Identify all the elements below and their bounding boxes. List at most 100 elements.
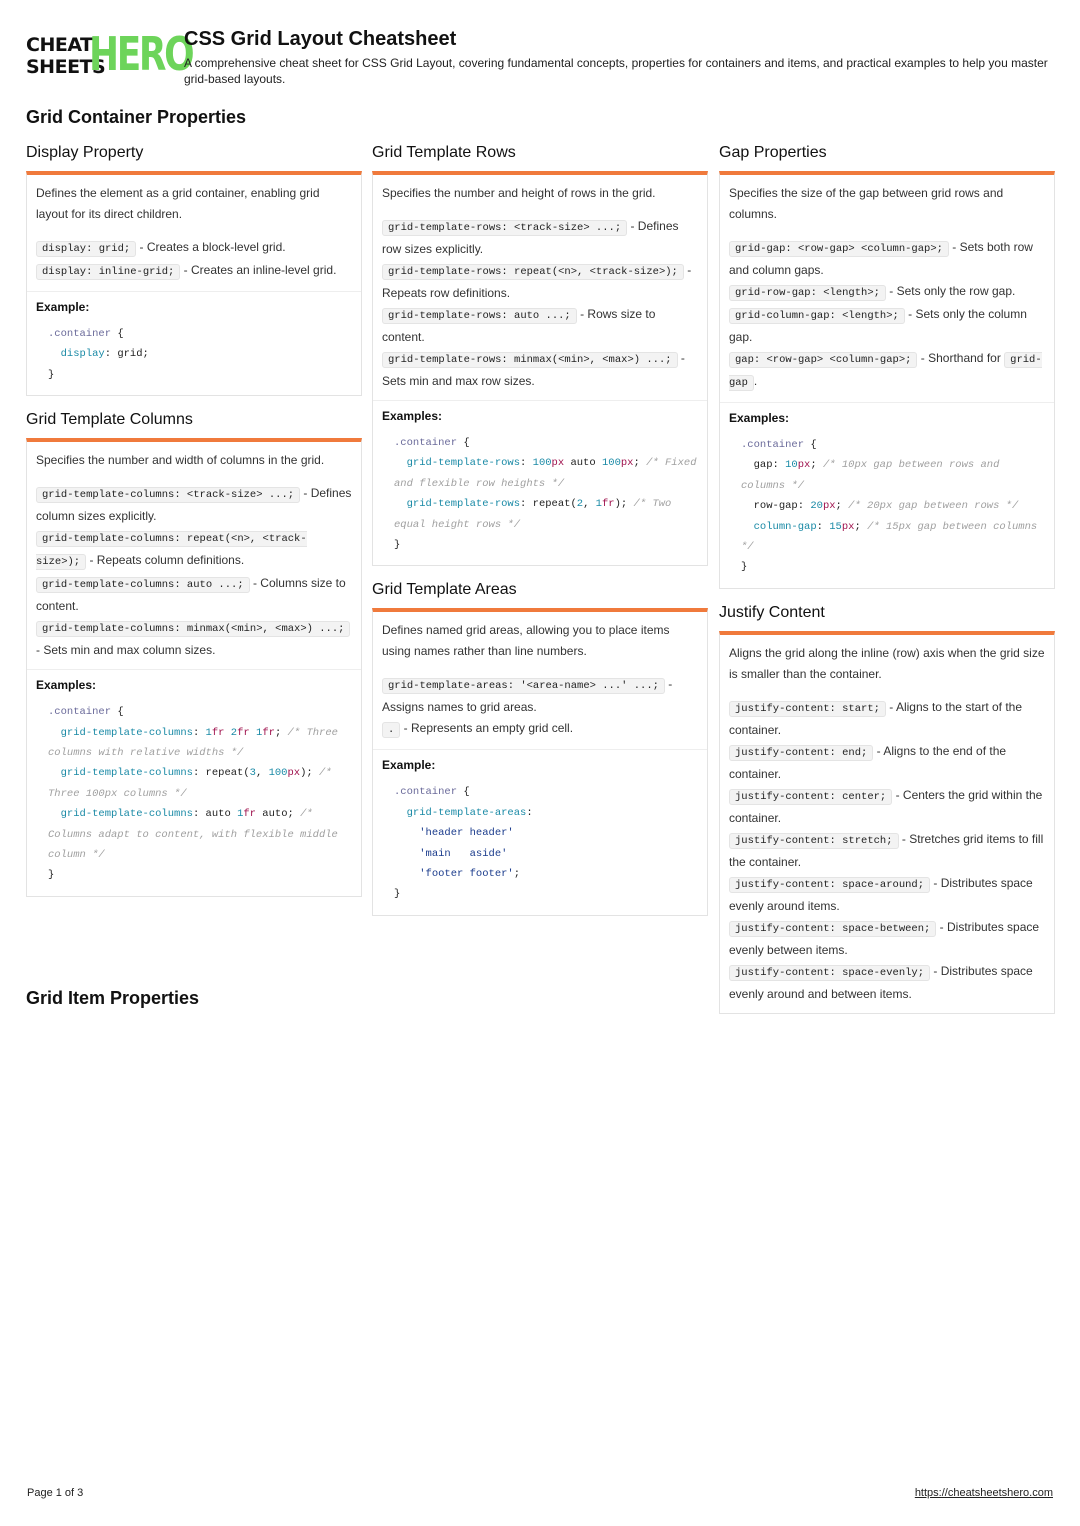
card-body: Defines the element as a grid container,… xyxy=(26,171,362,397)
example-label: Example: xyxy=(36,300,90,314)
list-item: grid-template-columns: minmax(<min>, <ma… xyxy=(36,617,352,661)
example-label: Examples: xyxy=(729,411,790,425)
section-title-item: Grid Item Properties xyxy=(26,988,200,1008)
item-text: - Sets only the row gap. xyxy=(885,284,1016,298)
example-block: Examples: .container { grid-template-row… xyxy=(373,400,707,565)
inline-code: grid-template-columns: auto ...; xyxy=(36,577,250,594)
cheatsheetshero-logo[interactable]: CHEAT SHEETS HERO xyxy=(26,28,195,82)
item-text: - Creates an inline-level grid. xyxy=(180,263,337,277)
card-title: Grid Template Areas xyxy=(372,581,517,599)
inline-code: grid-template-areas: '<area-name> ...' .… xyxy=(382,678,665,695)
inline-code: grid-column-gap: <length>; xyxy=(729,308,905,324)
card-title: Gap Properties xyxy=(719,144,827,161)
inline-code: justify-content: center; xyxy=(729,788,893,805)
inline-code: grid-template-rows: repeat(<n>, <track-s… xyxy=(382,264,684,280)
inline-code: grid-template-columns: <track-size> ...; xyxy=(36,487,301,504)
card-description: Specifies the number and height of rows … xyxy=(382,186,656,200)
card-grid-template-areas: Grid Template Areas Defines named grid a… xyxy=(372,580,708,916)
card-gap-properties: Gap Properties Specifies the size of the… xyxy=(719,143,1055,589)
page-subtitle: A comprehensive cheat sheet for CSS Grid… xyxy=(184,56,1048,86)
card-description: Aligns the grid along the inline (row) a… xyxy=(729,645,1045,681)
card-display-property: Display Property Defines the element as … xyxy=(26,143,362,397)
inline-code: display: inline-grid; xyxy=(36,264,181,280)
inline-code: display: grid; xyxy=(36,241,137,257)
code-block: .container { display: grid; } xyxy=(48,328,149,381)
list-item: . - Represents an empty grid cell. xyxy=(382,718,698,741)
logo-text-hero: HERO xyxy=(89,27,195,81)
list-item: justify-content: space-evenly; - Distrib… xyxy=(729,961,1045,1005)
code-block: .container { grid-template-areas: 'heade… xyxy=(394,786,533,901)
code-block: .container { grid-template-rows: 100px a… xyxy=(394,437,703,552)
inline-code: justify-content: space-between; xyxy=(729,920,937,937)
section-title-container: Grid Container Properties xyxy=(26,107,247,127)
card-grid-template-columns: Grid Template Columns Specifies the numb… xyxy=(26,410,362,897)
page-title: CSS Grid Layout Cheatsheet xyxy=(184,28,457,50)
card-justify-content: Justify Content Aligns the grid along th… xyxy=(719,603,1055,1014)
inline-code: justify-content: space-around; xyxy=(729,876,931,893)
list-item: grid-gap: <row-gap> <column-gap>; - Sets… xyxy=(729,237,1045,281)
column-2: Grid Template Rows Specifies the number … xyxy=(372,143,708,930)
card-description: Defines named grid areas, allowing you t… xyxy=(382,623,670,659)
inline-code: grid-template-columns: minmax(<min>, <ma… xyxy=(36,621,351,638)
list-item: grid-template-rows: repeat(<n>, <track-s… xyxy=(382,260,698,304)
card-description: Specifies the number and width of column… xyxy=(36,453,325,468)
code-block: .container { grid-template-columns: 1fr … xyxy=(48,706,345,882)
card-body: Defines named grid areas, allowing you t… xyxy=(372,608,708,916)
column-3: Gap Properties Specifies the size of the… xyxy=(719,143,1055,1028)
list-item: grid-template-rows: auto ...; - Rows siz… xyxy=(382,304,698,348)
inline-code: gap: <row-gap> <column-gap>; xyxy=(729,352,918,368)
card-description: Defines the element as a grid container,… xyxy=(36,186,320,221)
list-item: justify-content: center; - Centers the g… xyxy=(729,785,1045,829)
example-label: Examples: xyxy=(36,678,97,693)
example-block: Example: .container { grid-template-area… xyxy=(373,749,707,914)
card-title: Justify Content xyxy=(719,603,825,621)
item-text: - Represents an empty grid cell. xyxy=(400,721,574,736)
list-item: grid-template-columns: repeat(<n>, <trac… xyxy=(36,527,352,573)
card-body: Specifies the size of the gap between gr… xyxy=(719,171,1055,589)
example-label: Example: xyxy=(382,758,436,773)
page-header: CHEAT SHEETS HERO CSS Grid Layout Cheats… xyxy=(26,28,1054,92)
card-description: Specifies the size of the gap between gr… xyxy=(729,186,1004,221)
inline-code: justify-content: end; xyxy=(729,744,874,761)
example-block: Examples: .container { grid-template-col… xyxy=(27,669,361,896)
item-text: - Repeats column definitions. xyxy=(86,553,245,568)
item-text: . xyxy=(753,374,758,388)
list-item: justify-content: space-between; - Distri… xyxy=(729,917,1045,961)
inline-code: grid-template-rows: minmax(<min>, <max>)… xyxy=(382,352,678,368)
card-body: Specifies the number and height of rows … xyxy=(372,171,708,567)
list-item: justify-content: end; - Aligns to the en… xyxy=(729,741,1045,785)
inline-code: grid-template-rows: <track-size> ...; xyxy=(382,220,628,236)
list-item: justify-content: start; - Aligns to the … xyxy=(729,697,1045,741)
list-item: grid-template-columns: auto ...; - Colum… xyxy=(36,573,352,617)
card-title: Grid Template Columns xyxy=(26,411,193,429)
list-item: grid-template-areas: '<area-name> ...' .… xyxy=(382,674,698,718)
footer-site-link[interactable]: https://cheatsheetshero.com xyxy=(915,1487,1053,1499)
code-block: .container { gap: 10px; /* 10px gap betw… xyxy=(741,439,1044,574)
list-item: display: inline-grid; - Creates an inlin… xyxy=(36,260,352,283)
card-body: Aligns the grid along the inline (row) a… xyxy=(719,630,1055,1014)
page-number: Page 1 of 3 xyxy=(27,1487,84,1499)
list-item: grid-template-columns: <track-size> ...;… xyxy=(36,483,352,527)
inline-code: justify-content: space-evenly; xyxy=(729,964,931,981)
inline-code: grid-template-rows: auto ...; xyxy=(382,308,577,324)
inline-code: grid-row-gap: <length>; xyxy=(729,285,886,301)
list-item: grid-column-gap: <length>; - Sets only t… xyxy=(729,304,1045,348)
inline-code: justify-content: start; xyxy=(729,700,886,717)
list-item: grid-template-rows: <track-size> ...; - … xyxy=(382,216,698,260)
list-item: justify-content: stretch; - Stretches gr… xyxy=(729,829,1045,873)
column-1: Display Property Defines the element as … xyxy=(26,143,362,911)
logo-text-cheat: CHEAT xyxy=(26,34,93,56)
item-text: - Shorthand for xyxy=(917,351,1005,365)
card-title: Display Property xyxy=(26,144,144,161)
item-text: - Sets min and max column sizes. xyxy=(36,643,216,658)
example-block: Example: .container { display: grid; } xyxy=(27,291,361,395)
inline-code: . xyxy=(382,722,401,739)
example-label: Examples: xyxy=(382,409,443,423)
list-item: gap: <row-gap> <column-gap>; - Shorthand… xyxy=(729,348,1045,394)
card-body: Specifies the number and width of column… xyxy=(26,438,362,897)
list-item: display: grid; - Creates a block-level g… xyxy=(36,237,352,260)
list-item: justify-content: space-around; - Distrib… xyxy=(729,873,1045,917)
item-text: - Creates a block-level grid. xyxy=(136,240,286,254)
example-block: Examples: .container { gap: 10px; /* 10p… xyxy=(720,402,1054,588)
list-item: grid-template-rows: minmax(<min>, <max>)… xyxy=(382,348,698,392)
